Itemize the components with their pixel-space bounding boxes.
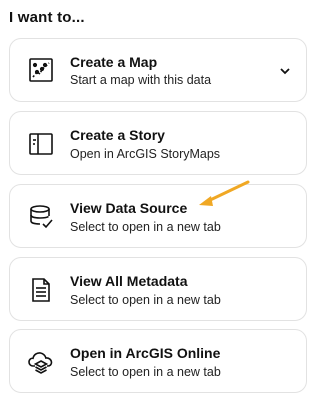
page-heading: I want to... (9, 9, 85, 26)
option-title: Create a Map (70, 54, 158, 70)
option-subtitle: Select to open in a new tab (70, 365, 221, 379)
option-subtitle: Select to open in a new tab (70, 220, 221, 234)
option-title: View All Metadata (70, 273, 188, 289)
database-icon (27, 203, 55, 231)
create-map-option[interactable]: Create a Map Start a map with this data (9, 38, 307, 102)
option-title: View Data Source (70, 200, 188, 216)
document-icon (27, 276, 55, 304)
option-subtitle: Open in ArcGIS StoryMaps (70, 147, 221, 161)
option-subtitle: Start a map with this data (70, 73, 212, 87)
create-story-option[interactable]: Create a Story Open in ArcGIS StoryMaps (9, 111, 307, 175)
map-icon (27, 56, 55, 84)
annotation-arrow-icon (199, 180, 250, 206)
chevron-down-icon[interactable] (278, 64, 292, 78)
cloud-icon (27, 348, 55, 376)
option-subtitle: Select to open in a new tab (70, 293, 221, 307)
option-title: Open in ArcGIS Online (70, 345, 221, 361)
open-arcgis-online-option[interactable]: Open in ArcGIS Online Select to open in … (9, 329, 307, 393)
view-metadata-option[interactable]: View All Metadata Select to open in a ne… (9, 257, 307, 321)
option-title: Create a Story (70, 127, 165, 143)
view-data-source-option[interactable]: View Data Source Select to open in a new… (9, 184, 307, 248)
story-icon (27, 130, 55, 158)
